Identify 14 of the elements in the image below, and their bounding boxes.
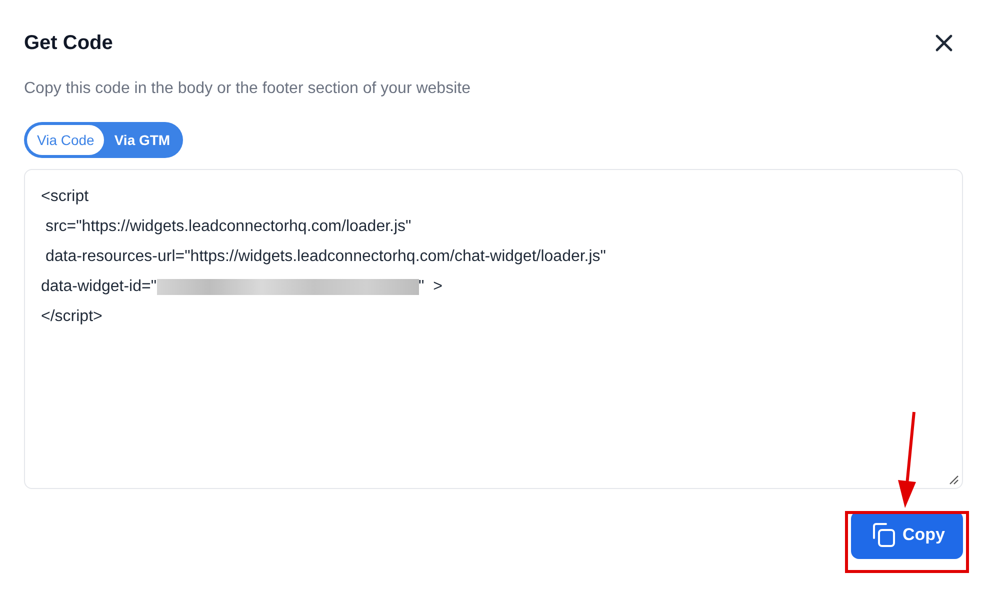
code-field[interactable]: <script src="https://widgets.leadconnectorhq.com/loader.js" data-resources-url="https://widgets.leadconnectorhq.com/chat-widget/loader.js" data-widget-id=" " > </script> bbox=[24, 169, 963, 489]
code-line: <script bbox=[41, 187, 90, 207]
resize-handle-icon[interactable] bbox=[949, 475, 959, 485]
toggle-tab[interactable]: Via Code bbox=[27, 125, 104, 155]
copy-button[interactable]: Copy bbox=[850, 511, 963, 559]
toggle-tab[interactable]: Via GTM bbox=[104, 125, 180, 155]
code-text: data-widget-id=" bbox=[41, 277, 157, 297]
code-text: " > bbox=[418, 277, 442, 297]
code-line: </script> bbox=[41, 307, 104, 327]
close-icon[interactable] bbox=[935, 34, 953, 52]
code-line: data-resources-url="https://widgets.leadconnectorhq.com/chat-widget/loader.js" bbox=[44, 247, 607, 267]
code-line: src="https://widgets.leadconnectorhq.com/loader.js" bbox=[44, 217, 412, 237]
dialog-subtitle: Copy this code in the body or the footer section of your website bbox=[24, 80, 472, 98]
dialog-title: Get Code bbox=[24, 32, 113, 54]
